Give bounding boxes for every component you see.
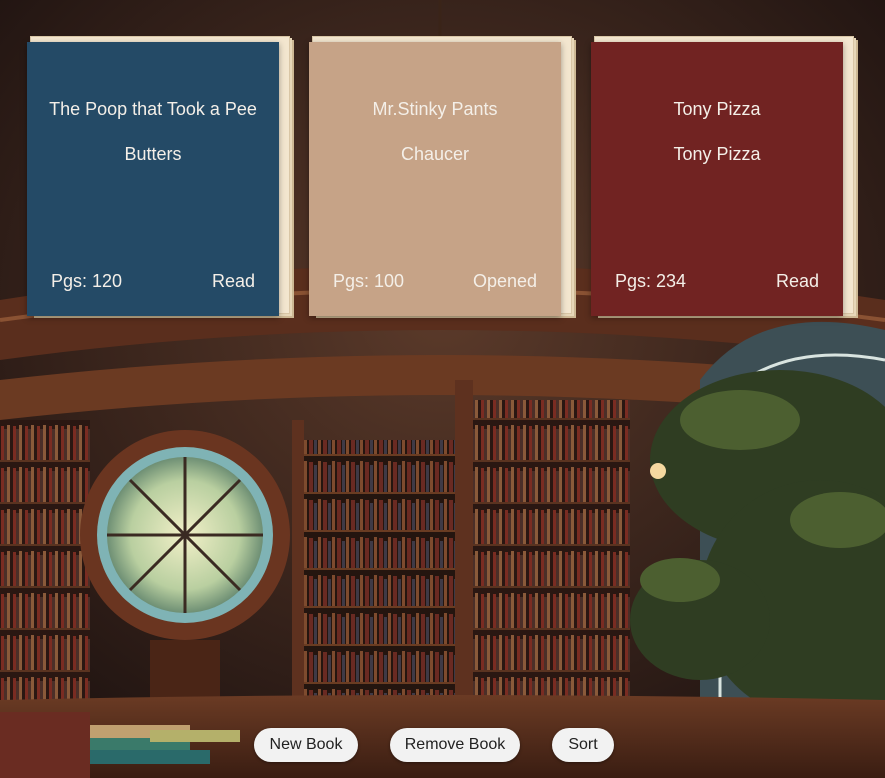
book-title: The Poop that Took a Pee [49, 99, 257, 119]
book-read-status[interactable]: Read [776, 271, 819, 292]
book-title: Mr.Stinky Pants [372, 99, 498, 119]
book-cover: The Poop that Took a Pee Butters Pgs: 12… [27, 42, 279, 316]
book-page-count: Pgs: 120 [51, 271, 123, 291]
book-read-status[interactable]: Read [212, 271, 255, 292]
book-cover: Mr.Stinky Pants Chaucer Pgs: 100 Opened [309, 42, 561, 316]
book-cover: Tony Pizza Tony Pizza Pgs: 234 Read [591, 42, 843, 316]
book-author: Chaucer [400, 144, 470, 164]
book-card-2[interactable]: Mr.Stinky Pants Chaucer Pgs: 100 Opened [309, 36, 572, 316]
book-author: Tony Pizza [673, 144, 761, 164]
book-read-status[interactable]: Opened [473, 271, 537, 292]
book-page-count: Pgs: 100 [333, 271, 405, 291]
book-page-count: Pgs: 234 [615, 271, 687, 291]
new-book-button[interactable]: New Book [254, 728, 358, 762]
book-title: Tony Pizza [673, 99, 761, 119]
remove-book-button[interactable]: Remove Book [390, 728, 520, 762]
book-author: Butters [124, 144, 182, 164]
sort-button[interactable]: Sort [552, 728, 614, 762]
book-card-1[interactable]: The Poop that Took a Pee Butters Pgs: 12… [27, 36, 290, 316]
book-card-3[interactable]: Tony Pizza Tony Pizza Pgs: 234 Read [591, 36, 854, 316]
